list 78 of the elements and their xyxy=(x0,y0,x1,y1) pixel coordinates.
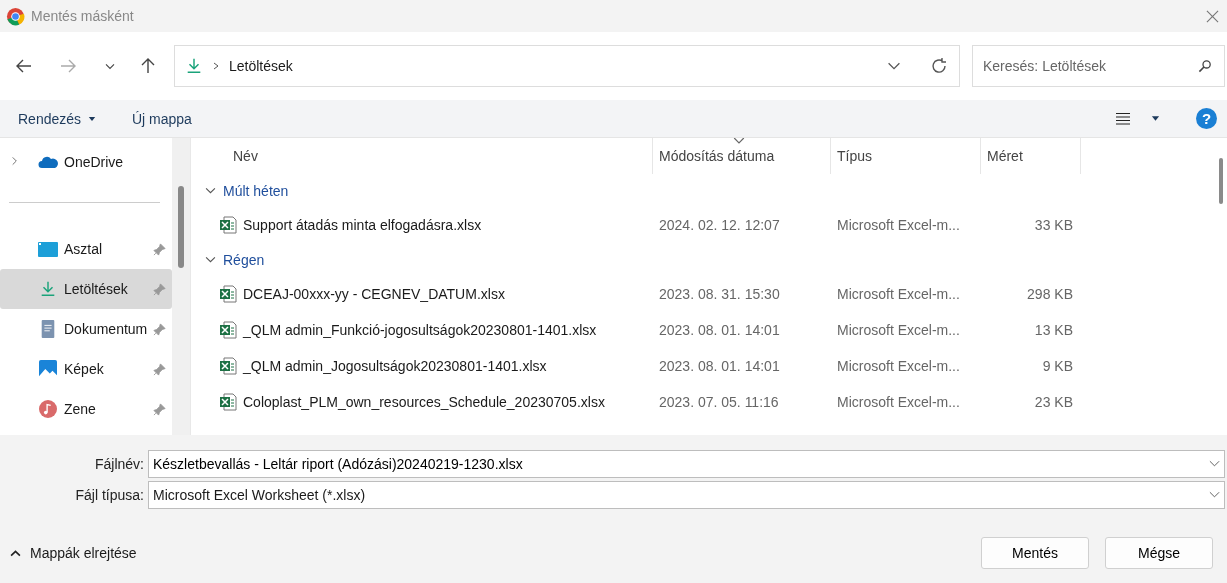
spreadsheet-file-icon xyxy=(219,216,237,234)
cancel-button[interactable]: Mégse xyxy=(1105,537,1213,569)
table-cell-text: Microsoft Excel-m... xyxy=(836,394,961,410)
chevron-down-icon[interactable] xyxy=(1209,490,1220,499)
spreadsheet-file-icon xyxy=(219,357,237,375)
sidebar-item[interactable]: Képek xyxy=(0,349,172,389)
address-bar[interactable]: Letöltések xyxy=(174,45,960,87)
group-header[interactable]: Régen xyxy=(223,251,265,268)
column-header[interactable]: Módosítás dátuma xyxy=(653,138,831,174)
table-cell-text: 13 KB xyxy=(1033,322,1074,338)
table-cell-text: Microsoft Excel-m... xyxy=(836,322,961,338)
table-cell-text: 9 KB xyxy=(1041,358,1074,374)
sidebar-label: Asztal xyxy=(64,241,104,257)
sort-caret-icon xyxy=(733,138,745,144)
organize-button[interactable]: Rendezés xyxy=(8,106,106,131)
field-label: Fájl típusa: xyxy=(74,486,145,503)
table-cell-text: Microsoft Excel-m... xyxy=(836,358,961,374)
table-cell-text: Microsoft Excel-m... xyxy=(836,217,961,233)
sidebar-item[interactable]: Zene xyxy=(0,389,172,429)
table-cell-text: 298 KB xyxy=(1026,286,1074,302)
spreadsheet-file-icon xyxy=(219,321,237,339)
filename-field[interactable]: Készletbevallás - Leltár riport (Adózási)20240219-1230.xlsx xyxy=(148,449,1225,478)
browser-logo-icon xyxy=(6,6,25,26)
table-cell-text: 2023. 08. 01. 14:01 xyxy=(658,358,781,374)
table-cell-text: 2023. 08. 31. 15:30 xyxy=(658,286,781,302)
view-list-icon[interactable] xyxy=(1115,111,1131,126)
picture-icon xyxy=(38,360,58,378)
sidebar-label: OneDrive xyxy=(64,154,125,170)
chevron-icon[interactable] xyxy=(205,254,216,265)
file-name[interactable]: _QLM admin_Jogosultságok20230801-1401.xlsx xyxy=(243,358,547,374)
group-header[interactable]: Múlt héten xyxy=(223,182,289,199)
table-cell-text: 23 KB xyxy=(1033,394,1074,410)
file-name[interactable]: Support átadás minta elfogadásra.xlsx xyxy=(243,217,482,233)
refresh-icon[interactable] xyxy=(929,56,949,76)
file-name[interactable]: DCEAJ-00xxx-yy - CEGNEV_DATUM.xlsx xyxy=(243,286,505,302)
close-icon[interactable] xyxy=(1206,9,1219,23)
search-field[interactable]: Keresés: Letöltések xyxy=(972,45,1225,87)
desktop-icon xyxy=(38,240,58,258)
field-label: Fájlnév: xyxy=(93,455,145,472)
save-button[interactable]: Mentés xyxy=(981,537,1089,569)
column-header[interactable]: Méret xyxy=(981,138,1081,174)
sidebar-label: Dokumentum xyxy=(64,321,149,337)
dropdown-arrow-icon[interactable] xyxy=(1151,115,1160,122)
sidebar-item[interactable]: Letöltések xyxy=(0,269,172,309)
file-type-dropdown[interactable]: Microsoft Excel Worksheet (*.xlsx) xyxy=(148,480,1225,509)
table-cell-text: Microsoft Excel-m... xyxy=(836,286,961,302)
dropdown-arrow-icon xyxy=(87,117,96,123)
search-icon xyxy=(1197,58,1213,74)
scrollbar-thumb[interactable] xyxy=(1219,158,1223,204)
window-title: Mentés másként xyxy=(31,8,134,24)
file-name[interactable]: Coloplast_PLM_own_resources_Schedule_20230705.xlsx xyxy=(243,394,605,410)
table-cell-text: 33 KB xyxy=(1033,217,1074,233)
sidebar-label: Zene xyxy=(64,401,97,417)
help-button[interactable]: ? xyxy=(1196,108,1217,129)
scrollbar-thumb[interactable] xyxy=(178,186,184,268)
chevron-right-icon[interactable] xyxy=(10,155,19,167)
file-name[interactable]: _QLM admin_Funkció-jogosultságok20230801-1401.xlsx xyxy=(243,322,597,338)
column-header[interactable]: Név xyxy=(191,138,653,174)
music-note-icon xyxy=(38,400,58,418)
sidebar-label: Képek xyxy=(64,361,105,377)
chevron-icon[interactable] xyxy=(205,185,216,196)
chevron-right-icon xyxy=(211,61,221,71)
hide-folders-link[interactable]: Mappák elrejtése xyxy=(30,545,137,561)
column-header[interactable]: Típus xyxy=(831,138,981,174)
sidebar-item[interactable]: Asztal xyxy=(0,229,172,269)
new-folder-button[interactable]: Új mappa xyxy=(121,106,202,131)
table-cell-text: 2023. 07. 05. 11:16 xyxy=(658,394,780,410)
download-icon xyxy=(185,56,203,76)
chevron-down-icon[interactable] xyxy=(1209,459,1220,468)
spreadsheet-file-icon xyxy=(219,393,237,411)
sidebar-item[interactable]: OneDrive xyxy=(0,142,172,182)
sidebar-label: Letöltések xyxy=(64,281,129,297)
sidebar-item[interactable]: Dokumentum xyxy=(0,309,172,349)
spreadsheet-file-icon xyxy=(219,285,237,303)
table-cell-text: 2024. 02. 12. 12:07 xyxy=(658,217,781,233)
chevron-up-icon[interactable] xyxy=(10,548,21,558)
path-segment[interactable]: Letöltések xyxy=(229,58,293,74)
table-cell-text: 2023. 08. 01. 14:01 xyxy=(658,322,781,338)
